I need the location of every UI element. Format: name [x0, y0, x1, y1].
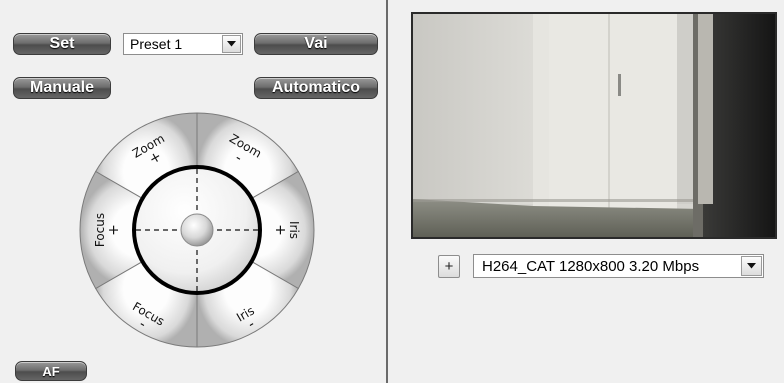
set-preset-button[interactable]: Set — [13, 33, 111, 55]
autofocus-label: AF — [42, 363, 60, 379]
manual-mode-button[interactable]: Manuale — [13, 77, 111, 99]
go-preset-label: Vai — [304, 35, 328, 52]
video-preview[interactable] — [411, 12, 777, 239]
preset-select[interactable]: Preset 1 — [123, 33, 243, 55]
iris-open-label: Iris — [287, 221, 301, 239]
iris-open-sign: + — [272, 224, 288, 236]
focus-near-sign: + — [106, 224, 122, 236]
add-stream-button[interactable]: + — [438, 255, 460, 278]
stream-profile-select[interactable]: H264_CAT 1280x800 3.20 Mbps — [473, 254, 764, 278]
stream-profile-value: H264_CAT 1280x800 3.20 Mbps — [482, 257, 700, 275]
auto-mode-button[interactable]: Automatico — [254, 77, 378, 99]
focus-near-label: Focus — [93, 213, 107, 247]
chevron-down-icon[interactable] — [222, 35, 241, 53]
autofocus-button[interactable]: AF — [15, 361, 87, 381]
auto-mode-label: Automatico — [272, 79, 360, 96]
joystick-knob[interactable] — [180, 213, 214, 247]
chevron-down-icon[interactable] — [741, 256, 762, 276]
ptz-dial: Zoom + Zoom - Iris + Focus + Focus - Iri… — [79, 112, 315, 348]
ptz-control-panel: Set Preset 1 Vai Manuale Automatico Zoom… — [0, 0, 386, 383]
go-preset-button[interactable]: Vai — [254, 33, 378, 55]
preset-select-value: Preset 1 — [130, 36, 183, 52]
set-preset-label: Set — [49, 35, 75, 52]
manual-mode-label: Manuale — [29, 79, 94, 96]
add-stream-label: + — [444, 258, 454, 275]
video-panel: + H264_CAT 1280x800 3.20 Mbps — [388, 0, 784, 383]
camera-feed-image — [413, 14, 775, 237]
